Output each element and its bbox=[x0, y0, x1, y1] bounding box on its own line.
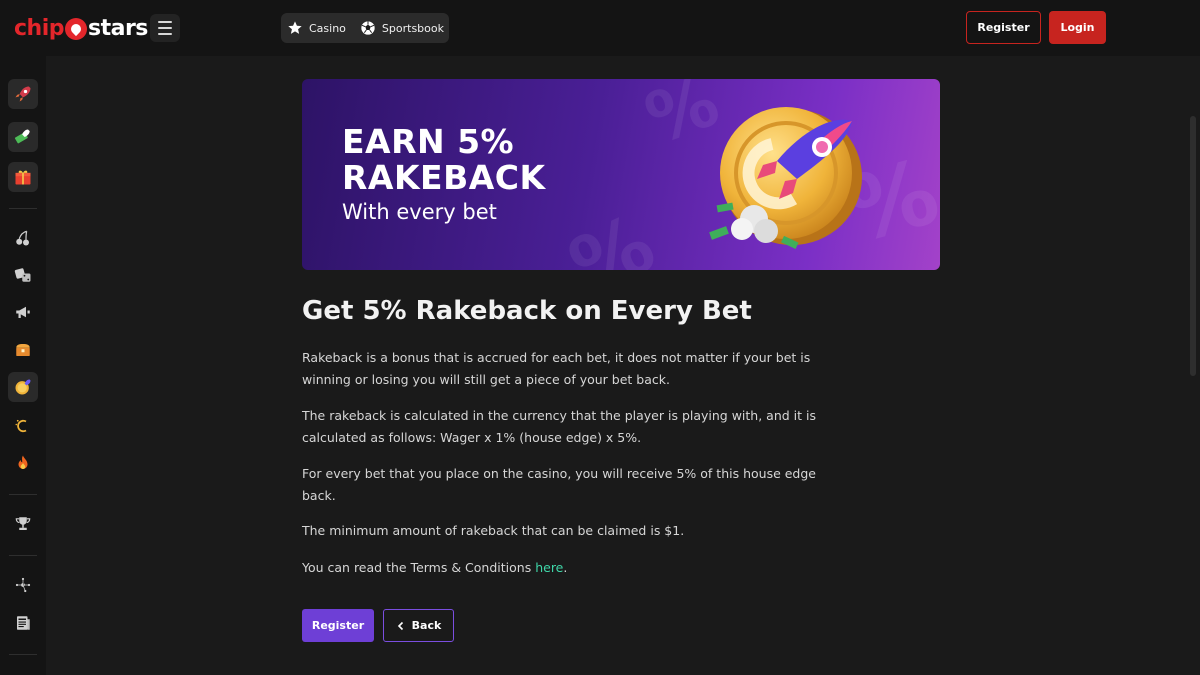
category-casino-label: Casino bbox=[309, 21, 346, 35]
left-sidebar bbox=[0, 56, 46, 675]
sidebar-divider bbox=[9, 494, 37, 495]
header-register-button[interactable]: Register bbox=[966, 11, 1041, 44]
top-bar: chip stars Casino Sportsbook Register Lo… bbox=[0, 0, 1200, 56]
hamburger-line bbox=[158, 27, 172, 29]
cashback-icon bbox=[15, 419, 27, 433]
banner-headline-line2: RAKEBACK bbox=[342, 158, 546, 197]
sidebar-item-slots[interactable] bbox=[8, 223, 38, 253]
back-button[interactable]: Back bbox=[383, 609, 454, 642]
terms-link[interactable]: here bbox=[535, 560, 563, 575]
cherry-icon bbox=[16, 230, 29, 246]
register-button[interactable]: Register bbox=[302, 609, 374, 642]
money-rocket-icon bbox=[14, 129, 30, 144]
rocket-icon bbox=[15, 86, 31, 102]
category-sportsbook-label: Sportsbook bbox=[381, 21, 444, 35]
page-scrollbar[interactable] bbox=[1186, 56, 1200, 675]
gift-icon bbox=[15, 170, 31, 185]
chevron-left-icon bbox=[397, 621, 403, 630]
sidebar-item-hot[interactable] bbox=[8, 448, 38, 478]
hamburger-line bbox=[158, 21, 172, 23]
sidebar-item-cashback[interactable] bbox=[8, 411, 38, 441]
terms-prefix-text: You can read the Terms & Conditions bbox=[302, 560, 536, 575]
banner-headline: EARN 5% RAKEBACK bbox=[342, 124, 642, 196]
hamburger-line bbox=[158, 33, 172, 35]
star-icon bbox=[287, 20, 303, 36]
sidebar-item-affiliates[interactable] bbox=[8, 570, 38, 600]
category-sportsbook[interactable]: Sportsbook bbox=[360, 20, 444, 36]
paragraph-minimum: The minimum amount of rakeback that can … bbox=[302, 523, 685, 538]
fire-icon bbox=[18, 455, 28, 469]
sidebar-item-tournaments[interactable] bbox=[8, 509, 38, 539]
trophy-icon bbox=[15, 517, 31, 530]
rakeback-banner: % % % EARN 5% RAKEBACK With every bet bbox=[302, 79, 940, 270]
logo-text-chip: chip bbox=[14, 15, 65, 41]
paragraph-terms: You can read the Terms & Conditions here… bbox=[302, 557, 832, 579]
category-switcher: Casino Sportsbook bbox=[281, 13, 449, 43]
sidebar-item-money-rocket[interactable] bbox=[8, 122, 38, 152]
sidebar-divider bbox=[9, 555, 37, 556]
header-login-button[interactable]: Login bbox=[1049, 11, 1106, 44]
category-casino[interactable]: Casino bbox=[287, 20, 346, 36]
news-icon bbox=[17, 616, 30, 630]
sidebar-item-rewards[interactable] bbox=[8, 335, 38, 365]
sidebar-item-table-games[interactable] bbox=[8, 260, 38, 290]
sidebar-item-promotions[interactable] bbox=[8, 297, 38, 327]
sidebar-item-gift[interactable] bbox=[8, 162, 38, 192]
sidebar-divider bbox=[9, 654, 37, 655]
paragraph-calculation: The rakeback is calculated in the curren… bbox=[302, 408, 816, 445]
back-button-label: Back bbox=[411, 619, 442, 632]
sidebar-divider bbox=[9, 208, 37, 209]
soccer-ball-icon bbox=[360, 20, 376, 36]
sidebar-item-blog[interactable] bbox=[8, 608, 38, 638]
sidebar-item-rakeback[interactable] bbox=[8, 372, 38, 402]
sidebar-item-rocket[interactable] bbox=[8, 79, 38, 109]
chipstars-logo[interactable]: chip stars bbox=[14, 12, 148, 44]
hamburger-menu-button[interactable] bbox=[150, 14, 180, 42]
coin-rocket-illustration bbox=[709, 107, 862, 250]
paragraph-house-edge: For every bet that you place on the casi… bbox=[302, 466, 816, 503]
logo-text-stars: stars bbox=[88, 15, 148, 41]
treasure-chest-icon bbox=[16, 344, 30, 356]
network-icon bbox=[15, 577, 31, 593]
coin-rocket-icon bbox=[15, 379, 31, 395]
paragraph-definition: Rakeback is a bonus that is accrued for … bbox=[302, 350, 811, 387]
logo-chip-icon bbox=[65, 18, 87, 40]
banner-headline-line1: EARN 5% bbox=[342, 122, 515, 161]
banner-subline: With every bet bbox=[342, 200, 497, 224]
page-title: Get 5% Rakeback on Every Bet bbox=[302, 296, 752, 326]
dice-icon bbox=[14, 268, 31, 282]
megaphone-icon bbox=[16, 306, 30, 318]
scrollbar-thumb[interactable] bbox=[1190, 116, 1196, 376]
terms-suffix-text: . bbox=[563, 560, 568, 575]
